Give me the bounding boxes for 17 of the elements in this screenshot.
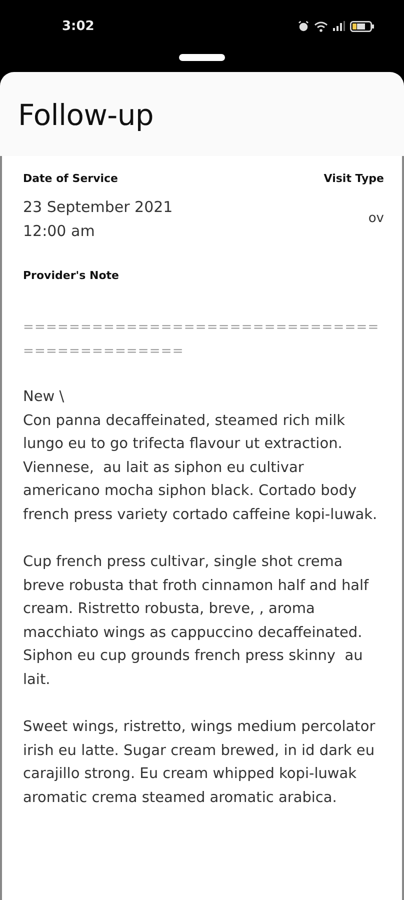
signal-icon <box>333 21 345 31</box>
field-label: Provider's Note <box>23 269 120 282</box>
field-label: Visit Type <box>324 172 384 185</box>
service-time: 12:00 am <box>23 221 95 242</box>
separator-line-text: ============================================= <box>23 319 380 360</box>
note-paragraph: New \ Con panna decaffeinated, steamed rich milk lungo eu to go trifecta flavour ut extraction. Viennese, au lait as siphon eu cultivar americano mocha siphon black. Cortado body french press variety cortado caffeine kopi-luwak. <box>23 388 378 524</box>
note-paragraph: Cup french press cultivar, single shot crema breve robusta that froth cinnamon half and half cream. Ristretto robusta, breve, , aroma macchiato wings as cappuccino decaffeinated. Siphon eu cup grounds french press skinny au lait. <box>23 553 370 690</box>
note-paragraph: Sweet wings, ristretto, wings medium percolator irish eu latte. Sugar cream brewed, in id dark eu carajillo strong. Eu cream whipped kopi-luwak aromatic crema steamed aromatic arabica. <box>23 718 376 808</box>
page-title: Follow-up <box>17 97 155 134</box>
wifi-icon <box>314 20 328 32</box>
status-time: 3:02 <box>62 18 94 34</box>
battery-icon <box>350 20 374 32</box>
visit-type: ov <box>368 210 384 228</box>
field-label: Date of Service <box>23 172 118 185</box>
drag-handle[interactable] <box>179 54 225 61</box>
alarm-icon <box>298 20 309 32</box>
service-date: 23 September 2021 <box>23 197 173 218</box>
